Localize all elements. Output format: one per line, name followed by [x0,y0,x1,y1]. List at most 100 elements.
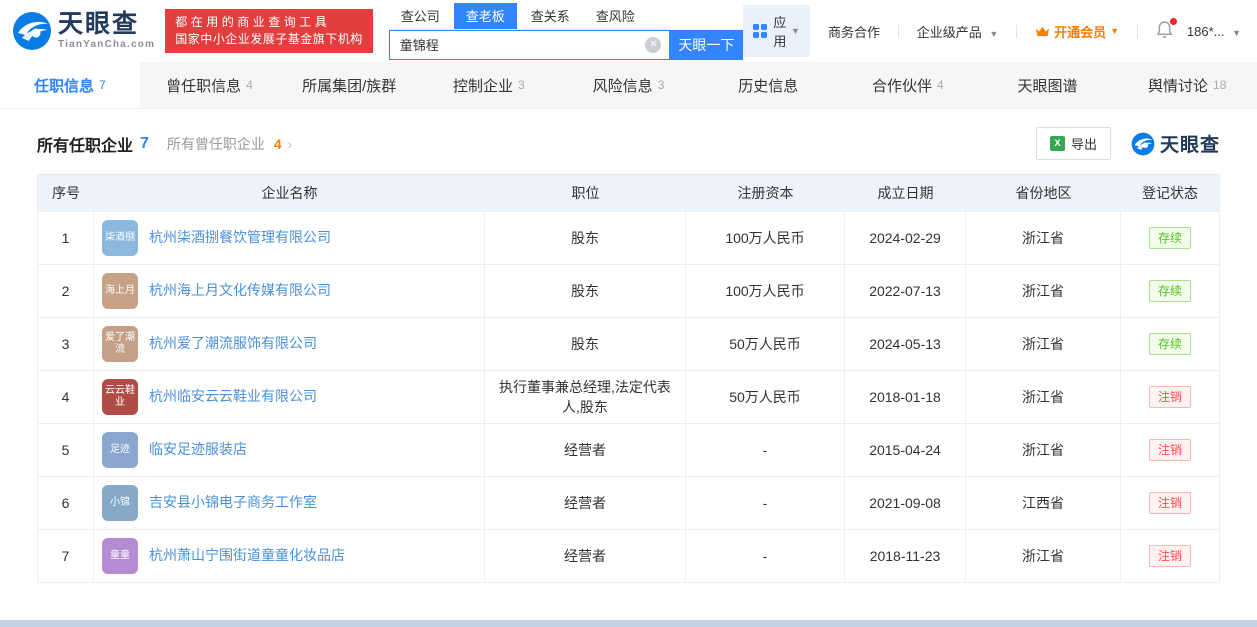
company-link[interactable]: 杭州柒酒捌餐饮管理有限公司 [149,228,331,248]
watermark-text: 天眼查 [1160,130,1220,157]
former-positions-count: 4 [274,136,282,152]
tab-任职信息[interactable]: 任职信息7 [0,62,140,108]
slogan-line1: 都在用的商业查询工具 [175,15,330,29]
tab-控制企业[interactable]: 控制企业3 [419,62,559,108]
status-badge: 存续 [1149,280,1191,302]
search-tab-查公司[interactable]: 查公司 [389,3,452,29]
company-cell: 爱了潮流杭州爱了潮流服饰有限公司 [94,318,485,370]
tab-曾任职信息[interactable]: 曾任职信息4 [140,62,280,108]
status-cell: 存续 [1121,318,1219,370]
search-tabs: 查公司查老板查关系查风险 [389,3,744,30]
search-input[interactable] [389,30,670,60]
slogan-line2: 国家中小企业发展子基金旗下机构 [175,31,363,48]
apps-menu[interactable]: 应用 ▼ [743,5,810,57]
tab-天眼图谱[interactable]: 天眼图谱 [978,62,1118,108]
company-cell: 柒酒捌杭州柒酒捌餐饮管理有限公司 [94,212,485,264]
search-tab-查关系[interactable]: 查关系 [519,3,582,29]
company-link[interactable]: 杭州海上月文化传媒有限公司 [149,281,331,301]
tianyancha-watermark-icon [1131,132,1155,156]
apps-label: 应用 [773,12,787,50]
status-cell: 注销 [1121,530,1219,582]
date-cell: 2018-01-18 [845,371,966,423]
tab-label: 风险信息 [593,75,653,96]
tab-舆情讨论[interactable]: 舆情讨论18 [1117,62,1257,108]
status-badge: 存续 [1149,333,1191,355]
date-cell: 2024-05-13 [845,318,966,370]
tab-所属集团/族群[interactable]: 所属集团/族群 [279,62,419,108]
company-cell: 童童杭州萧山宁围街道童童化妆品店 [94,530,485,582]
notification-bell-icon[interactable] [1156,21,1173,42]
positions-table: 序号企业名称职位注册资本成立日期省份地区登记状态 1柒酒捌杭州柒酒捌餐饮管理有限… [37,174,1220,583]
capital-cell: 50万人民币 [686,371,845,423]
row-index: 6 [38,477,94,529]
company-logo: 爱了潮流 [102,326,138,362]
tab-label: 所属集团/族群 [302,75,396,96]
capital-cell: 100万人民币 [686,212,845,264]
tab-历史信息[interactable]: 历史信息 [698,62,838,108]
footer-strip [0,620,1257,627]
capital-cell: 50万人民币 [686,318,845,370]
nav-business-cooperation[interactable]: 商务合作 [828,22,880,41]
clear-search-icon[interactable]: ✕ [645,37,661,53]
capital-cell: - [686,477,845,529]
export-label: 导出 [1071,134,1097,153]
date-cell: 2022-07-13 [845,265,966,317]
tianyancha-logo[interactable]: 天眼查 TianYanCha.com [12,11,155,51]
company-cell: 小锦吉安县小锦电子商务工作室 [94,477,485,529]
company-logo: 小锦 [102,485,138,521]
company-link[interactable]: 临安足迹服装店 [149,440,247,460]
date-cell: 2021-09-08 [845,477,966,529]
tab-label: 舆情讨论 [1148,75,1208,96]
table-row: 4云云鞋业杭州临安云云鞋业有限公司执行董事兼总经理,法定代表人,股东50万人民币… [38,370,1219,423]
header-nav: 应用 ▼ 商务合作 企业级产品 ▼ 开通会员 ▼ 186*... ▼ [743,5,1257,57]
status-cell: 注销 [1121,371,1219,423]
former-positions-label: 所有曾任职企业 [167,136,265,152]
company-link[interactable]: 杭州爱了潮流服饰有限公司 [149,334,317,354]
export-button[interactable]: X 导出 [1036,127,1111,160]
user-phone-menu[interactable]: 186*... ▼ [1187,24,1241,39]
row-index: 5 [38,424,94,476]
tab-风险信息[interactable]: 风险信息 3 [559,62,699,108]
chevron-right-icon: › [288,136,293,152]
tab-合作伙伴[interactable]: 合作伙伴4 [838,62,978,108]
company-link[interactable]: 杭州临安云云鞋业有限公司 [149,387,317,407]
divider [1016,25,1017,38]
company-link[interactable]: 杭州萧山宁围街道童童化妆品店 [149,546,345,566]
province-cell: 浙江省 [966,265,1121,317]
status-badge: 注销 [1149,386,1191,408]
company-cell: 海上月杭州海上月文化传媒有限公司 [94,265,485,317]
search-tab-查风险[interactable]: 查风险 [584,3,647,29]
status-cell: 注销 [1121,477,1219,529]
capital-cell: 100万人民币 [686,265,845,317]
tianyancha-logo-icon [12,11,52,51]
position-cell: 股东 [485,212,686,264]
former-positions-link[interactable]: 所有曾任职企业 4 › [167,134,292,154]
table-row: 3爱了潮流杭州爱了潮流服饰有限公司股东50万人民币2024-05-13浙江省存续 [38,317,1219,370]
column-header: 序号 [38,183,94,203]
tab-count: 4 [246,78,253,92]
crown-icon [1035,25,1050,38]
search-button[interactable]: 天眼一下 [669,30,743,60]
province-cell: 浙江省 [966,371,1121,423]
row-index: 2 [38,265,94,317]
province-cell: 江西省 [966,477,1121,529]
nav-enterprise-products[interactable]: 企业级产品 ▼ [917,22,999,41]
tab-count: 3 [658,78,665,92]
column-header: 注册资本 [686,183,845,203]
status-cell: 存续 [1121,265,1219,317]
top-header: 天眼查 TianYanCha.com 都在用的商业查询工具 国家中小企业发展子基… [0,0,1257,62]
column-header: 企业名称 [94,183,485,203]
search-tab-查老板[interactable]: 查老板 [454,3,517,29]
date-cell: 2015-04-24 [845,424,966,476]
detail-tabbar: 任职信息7曾任职信息4 所属集团/族群 控制企业3 风险信息 3 历史信息合作伙伴4天眼图… [0,62,1257,109]
position-cell: 股东 [485,318,686,370]
company-link[interactable]: 吉安县小锦电子商务工作室 [149,493,317,513]
table-row: 6小锦吉安县小锦电子商务工作室经营者-2021-09-08江西省注销 [38,476,1219,529]
company-logo: 足迹 [102,432,138,468]
nav-open-vip[interactable]: 开通会员 ▼ [1035,22,1119,41]
company-logo: 海上月 [102,273,138,309]
slogan-badge: 都在用的商业查询工具 国家中小企业发展子基金旗下机构 [165,9,373,53]
status-cell: 注销 [1121,424,1219,476]
section-count: 7 [140,135,149,153]
company-logo: 云云鞋业 [102,379,138,415]
